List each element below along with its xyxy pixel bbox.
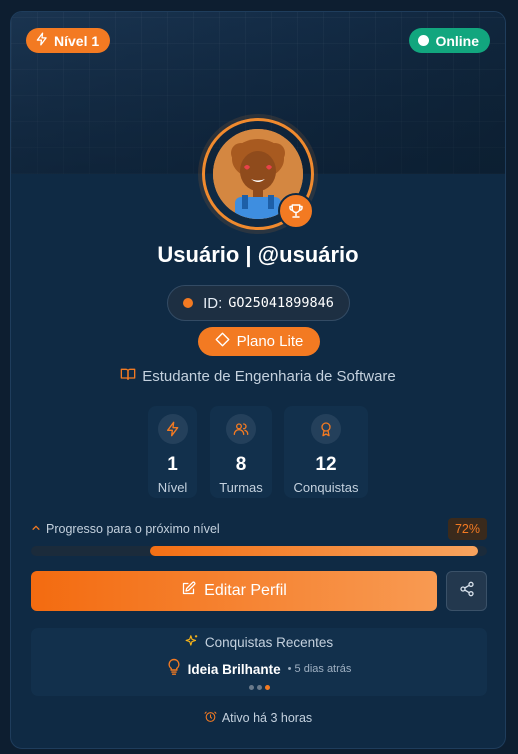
course-label: Estudante de Engenharia de Software <box>142 367 396 385</box>
sparkles-icon <box>185 634 199 651</box>
stat-classes: 8 Turmas <box>210 406 272 498</box>
share-icon <box>459 581 475 602</box>
user-id-label: ID: <box>203 294 223 312</box>
diamond-icon <box>215 332 230 351</box>
users-icon <box>226 414 256 444</box>
profile-card: Nível 1 Online Usuário | @usuário ID: GO… <box>10 11 506 749</box>
alarm-clock-icon <box>204 710 217 726</box>
id-dot-icon <box>183 298 194 308</box>
course-line: Estudante de Engenharia de Software <box>11 367 505 385</box>
level-badge: Nível 1 <box>26 28 111 53</box>
stat-classes-label: Turmas <box>219 480 263 495</box>
stat-achievements-label: Conquistas <box>293 480 359 495</box>
lightbulb-icon <box>167 658 181 680</box>
edit-profile-label: Editar Perfil <box>204 582 287 599</box>
plan-badge[interactable]: Plano Lite <box>198 327 320 356</box>
activity-status: Ativo há 3 horas <box>11 710 505 726</box>
progress-track <box>31 546 487 556</box>
user-id-pill[interactable]: ID: GO25041899846 <box>167 285 350 321</box>
bolt-icon <box>35 32 49 49</box>
stat-level: 1 Nível <box>148 406 197 498</box>
edit-profile-button[interactable]: Editar Perfil <box>31 571 437 611</box>
carousel-dot[interactable] <box>248 685 254 690</box>
carousel-dot-active[interactable] <box>264 685 270 690</box>
book-icon <box>120 367 136 385</box>
recent-achievements-title: Conquistas Recentes <box>204 635 334 650</box>
level-badge-label: Nível 1 <box>54 32 100 49</box>
bolt-icon <box>157 414 188 444</box>
share-button[interactable] <box>446 571 487 611</box>
recent-achievements-panel: Conquistas Recentes Ideia Brilhante • 5 … <box>31 628 487 696</box>
progress-label: Progresso para o próximo nível <box>46 522 220 536</box>
carousel-dot[interactable] <box>256 685 262 690</box>
stat-classes-value: 8 <box>235 454 247 475</box>
online-status-badge: Online <box>409 28 490 53</box>
progress-header: Progresso para o próximo nível 72% <box>31 517 487 541</box>
online-dot-icon <box>418 35 430 46</box>
profile-name: Usuário | @usuário <box>157 242 359 267</box>
progress-label-group: Progresso para o próximo nível <box>31 522 220 536</box>
chevron-up-icon <box>31 522 41 536</box>
activity-label: Ativo há 3 horas <box>221 711 313 725</box>
recent-achievements-header: Conquistas Recentes <box>31 634 487 651</box>
trophy-icon <box>278 193 314 229</box>
carousel-dots <box>31 685 487 690</box>
online-status-label: Online <box>435 32 479 49</box>
medal-icon <box>311 414 341 444</box>
stat-achievements: 12 Conquistas <box>284 406 368 498</box>
user-id-value: GO25041899846 <box>228 295 334 311</box>
recent-achievement-time: • 5 dias atrás <box>287 663 352 675</box>
edit-icon <box>181 581 196 601</box>
progress-fill <box>149 546 478 556</box>
stat-level-value: 1 <box>167 454 178 475</box>
stat-level-label: Nível <box>157 480 188 495</box>
recent-achievement-name: Ideia Brilhante <box>187 661 281 677</box>
recent-achievement-item[interactable]: Ideia Brilhante • 5 dias atrás <box>31 658 487 680</box>
plan-label: Plano Lite <box>236 333 304 350</box>
stat-achievements-value: 12 <box>315 454 337 475</box>
progress-percent-badge: 72% <box>447 518 487 540</box>
